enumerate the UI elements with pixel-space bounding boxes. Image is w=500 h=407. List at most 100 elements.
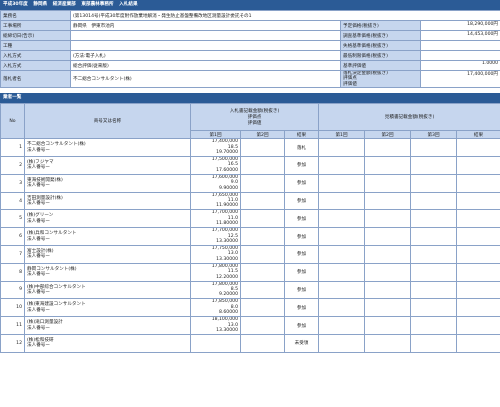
row-result: 参加: [283, 316, 320, 335]
row-no: 2: [0, 156, 25, 175]
est-round3: [410, 262, 458, 282]
row-result: 参加: [283, 245, 320, 264]
row-no: 12: [0, 333, 25, 353]
est-round1: [318, 173, 366, 193]
bid-round2: [240, 156, 285, 175]
bid-value: 13.30000: [216, 327, 238, 333]
row-result: 参加: [283, 209, 320, 229]
summary-label: 入札方式: [0, 50, 71, 61]
header-bureau: 経済産業部: [52, 2, 76, 7]
row-name-cell: (株)松和技研 法人番号ー: [24, 333, 191, 353]
summary-label-right: 最低制限価格(税抜き): [340, 50, 421, 61]
est-round3: [410, 156, 458, 175]
table-row: 11 (株)滝口測量設計 法人番号ー 18,100,000 13.0 13.30…: [0, 316, 500, 335]
corporate-number: 法人番号ー: [27, 325, 50, 331]
row-bid-cell: [190, 333, 241, 353]
summary-value: 静岡県 伊東市池内: [70, 20, 341, 31]
header-band: 平成30年度 静岡県 経済産業部 東部農林事務所 入札結果: [0, 0, 500, 10]
row-bid-cell: 18,100,000 13.0 13.30000: [190, 316, 241, 335]
bid-round2: [240, 138, 285, 158]
est-round1: [318, 227, 366, 246]
participants-table: No 商号又は名称 入札書記載金額(税抜き) 評価点 評価値 見積書記載金額(税…: [0, 103, 500, 353]
bid-value: 8.60000: [219, 310, 238, 316]
row-name-cell: 東海技術開発(株) 法人番号ー: [24, 173, 191, 193]
summary-value-right: [419, 40, 500, 51]
summary-label: 業務名: [0, 10, 71, 21]
row-no: 11: [0, 316, 25, 335]
summary-label-right: 失格基準価格(税抜き): [340, 40, 421, 51]
summary-value: 不二総合コンサルタント(株): [70, 69, 341, 89]
bid-round2: [240, 316, 285, 335]
corporate-number: 法人番号ー: [27, 343, 50, 349]
row-name-cell: (株)グリーン 法人番号ー: [24, 209, 191, 229]
est-round2: [364, 191, 412, 211]
est-round2: [364, 156, 412, 175]
bid-round2: [240, 298, 285, 318]
table-row: 12 (株)松和技研 法人番号ー 未受領: [0, 333, 500, 353]
corporate-number: 法人番号ー: [27, 236, 50, 242]
row-bid-cell: 17,400,000 18.5 19.70000: [190, 138, 241, 158]
row-bid-cell: 17,500,000 16.5 17.60000: [190, 156, 241, 175]
est-round1: [318, 209, 366, 229]
bid-value: 13.30000: [216, 238, 238, 244]
est-round2: [364, 209, 412, 229]
bid-value: 12.20000: [216, 274, 238, 280]
bid-round2: [240, 245, 285, 264]
row-name-cell: (株)中部綜合コンサルタント 法人番号ー: [24, 280, 191, 300]
summary-label-right: 予定価格(税抜き): [340, 20, 421, 31]
est-round3: [410, 298, 458, 318]
summary-value-right: 17,400,000円: [419, 69, 500, 89]
summary-label: 工事場所: [0, 20, 71, 31]
summary-row: 業務名 (第13014号)平成30年度附作放棄地解消・発生防止基盤整備改地区測量…: [0, 10, 500, 21]
row-result: 参加: [283, 262, 320, 282]
table-row: 2 (株)フジヤマ 法人番号ー 17,500,000 16.5 17.60000…: [0, 156, 500, 175]
summary-table: 業務名 (第13014号)平成30年度附作放棄地解消・発生防止基盤整備改地区測量…: [0, 10, 500, 89]
bid-value: 11.80000: [216, 221, 238, 227]
summary-row: 工事場所 静岡県 伊東市池内 予定価格(税抜き) 18,290,000円: [0, 20, 500, 31]
summary-value-right: [419, 50, 500, 61]
corporate-number: 法人番号ー: [27, 307, 50, 313]
row-bid-cell: 17,750,000 13.0 13.30000: [190, 245, 241, 264]
est-result: [456, 209, 500, 229]
header-year: 平成30年度: [3, 2, 28, 7]
row-no: 10: [0, 298, 25, 318]
est-result: [456, 333, 500, 353]
summary-value: [70, 30, 341, 41]
table-row: 5 (株)グリーン 法人番号ー 17,700,000 11.0 11.80000…: [0, 209, 500, 229]
bid-round2: [240, 191, 285, 211]
row-no: 3: [0, 173, 25, 193]
est-round2: [364, 245, 412, 264]
summary-row: 工種 失格基準価格(税抜き): [0, 40, 500, 51]
est-result: [456, 298, 500, 318]
est-round3: [410, 173, 458, 193]
est-result: [456, 262, 500, 282]
row-no: 1: [0, 138, 25, 158]
col-round1: 第1回: [190, 130, 241, 140]
est-round3: [410, 333, 458, 353]
est-round2: [364, 316, 412, 335]
row-result: 参加: [283, 156, 320, 175]
corporate-number: 法人番号ー: [27, 254, 50, 260]
corporate-number: 法人番号ー: [27, 289, 50, 295]
est-round2: [364, 173, 412, 193]
header-section: 東部農林事務所: [81, 2, 114, 7]
col-result: 結果: [283, 130, 320, 140]
col-est1: 第1回: [318, 130, 366, 140]
corporate-number: 法人番号ー: [27, 218, 50, 224]
est-result: [456, 173, 500, 193]
est-round1: [318, 316, 366, 335]
corporate-number: 法人番号ー: [27, 201, 50, 206]
summary-label: 落札者名: [0, 69, 71, 89]
row-result: 参加: [283, 280, 320, 300]
summary-label-right: 基準評価値: [340, 60, 421, 71]
est-round3: [410, 138, 458, 158]
est-round1: [318, 298, 366, 318]
summary-value-right: 18,290,000円: [419, 20, 500, 31]
row-no: 6: [0, 227, 25, 246]
summary-label-right: 落札決定金額(税抜き) 評価点 評価値: [340, 69, 421, 89]
row-bid-cell: 17,800,000 8.5 9.20000: [190, 280, 241, 300]
row-result: 参加: [283, 191, 320, 211]
est-result: [456, 316, 500, 335]
bid-value: 17.60000: [216, 167, 238, 173]
est-round3: [410, 191, 458, 211]
